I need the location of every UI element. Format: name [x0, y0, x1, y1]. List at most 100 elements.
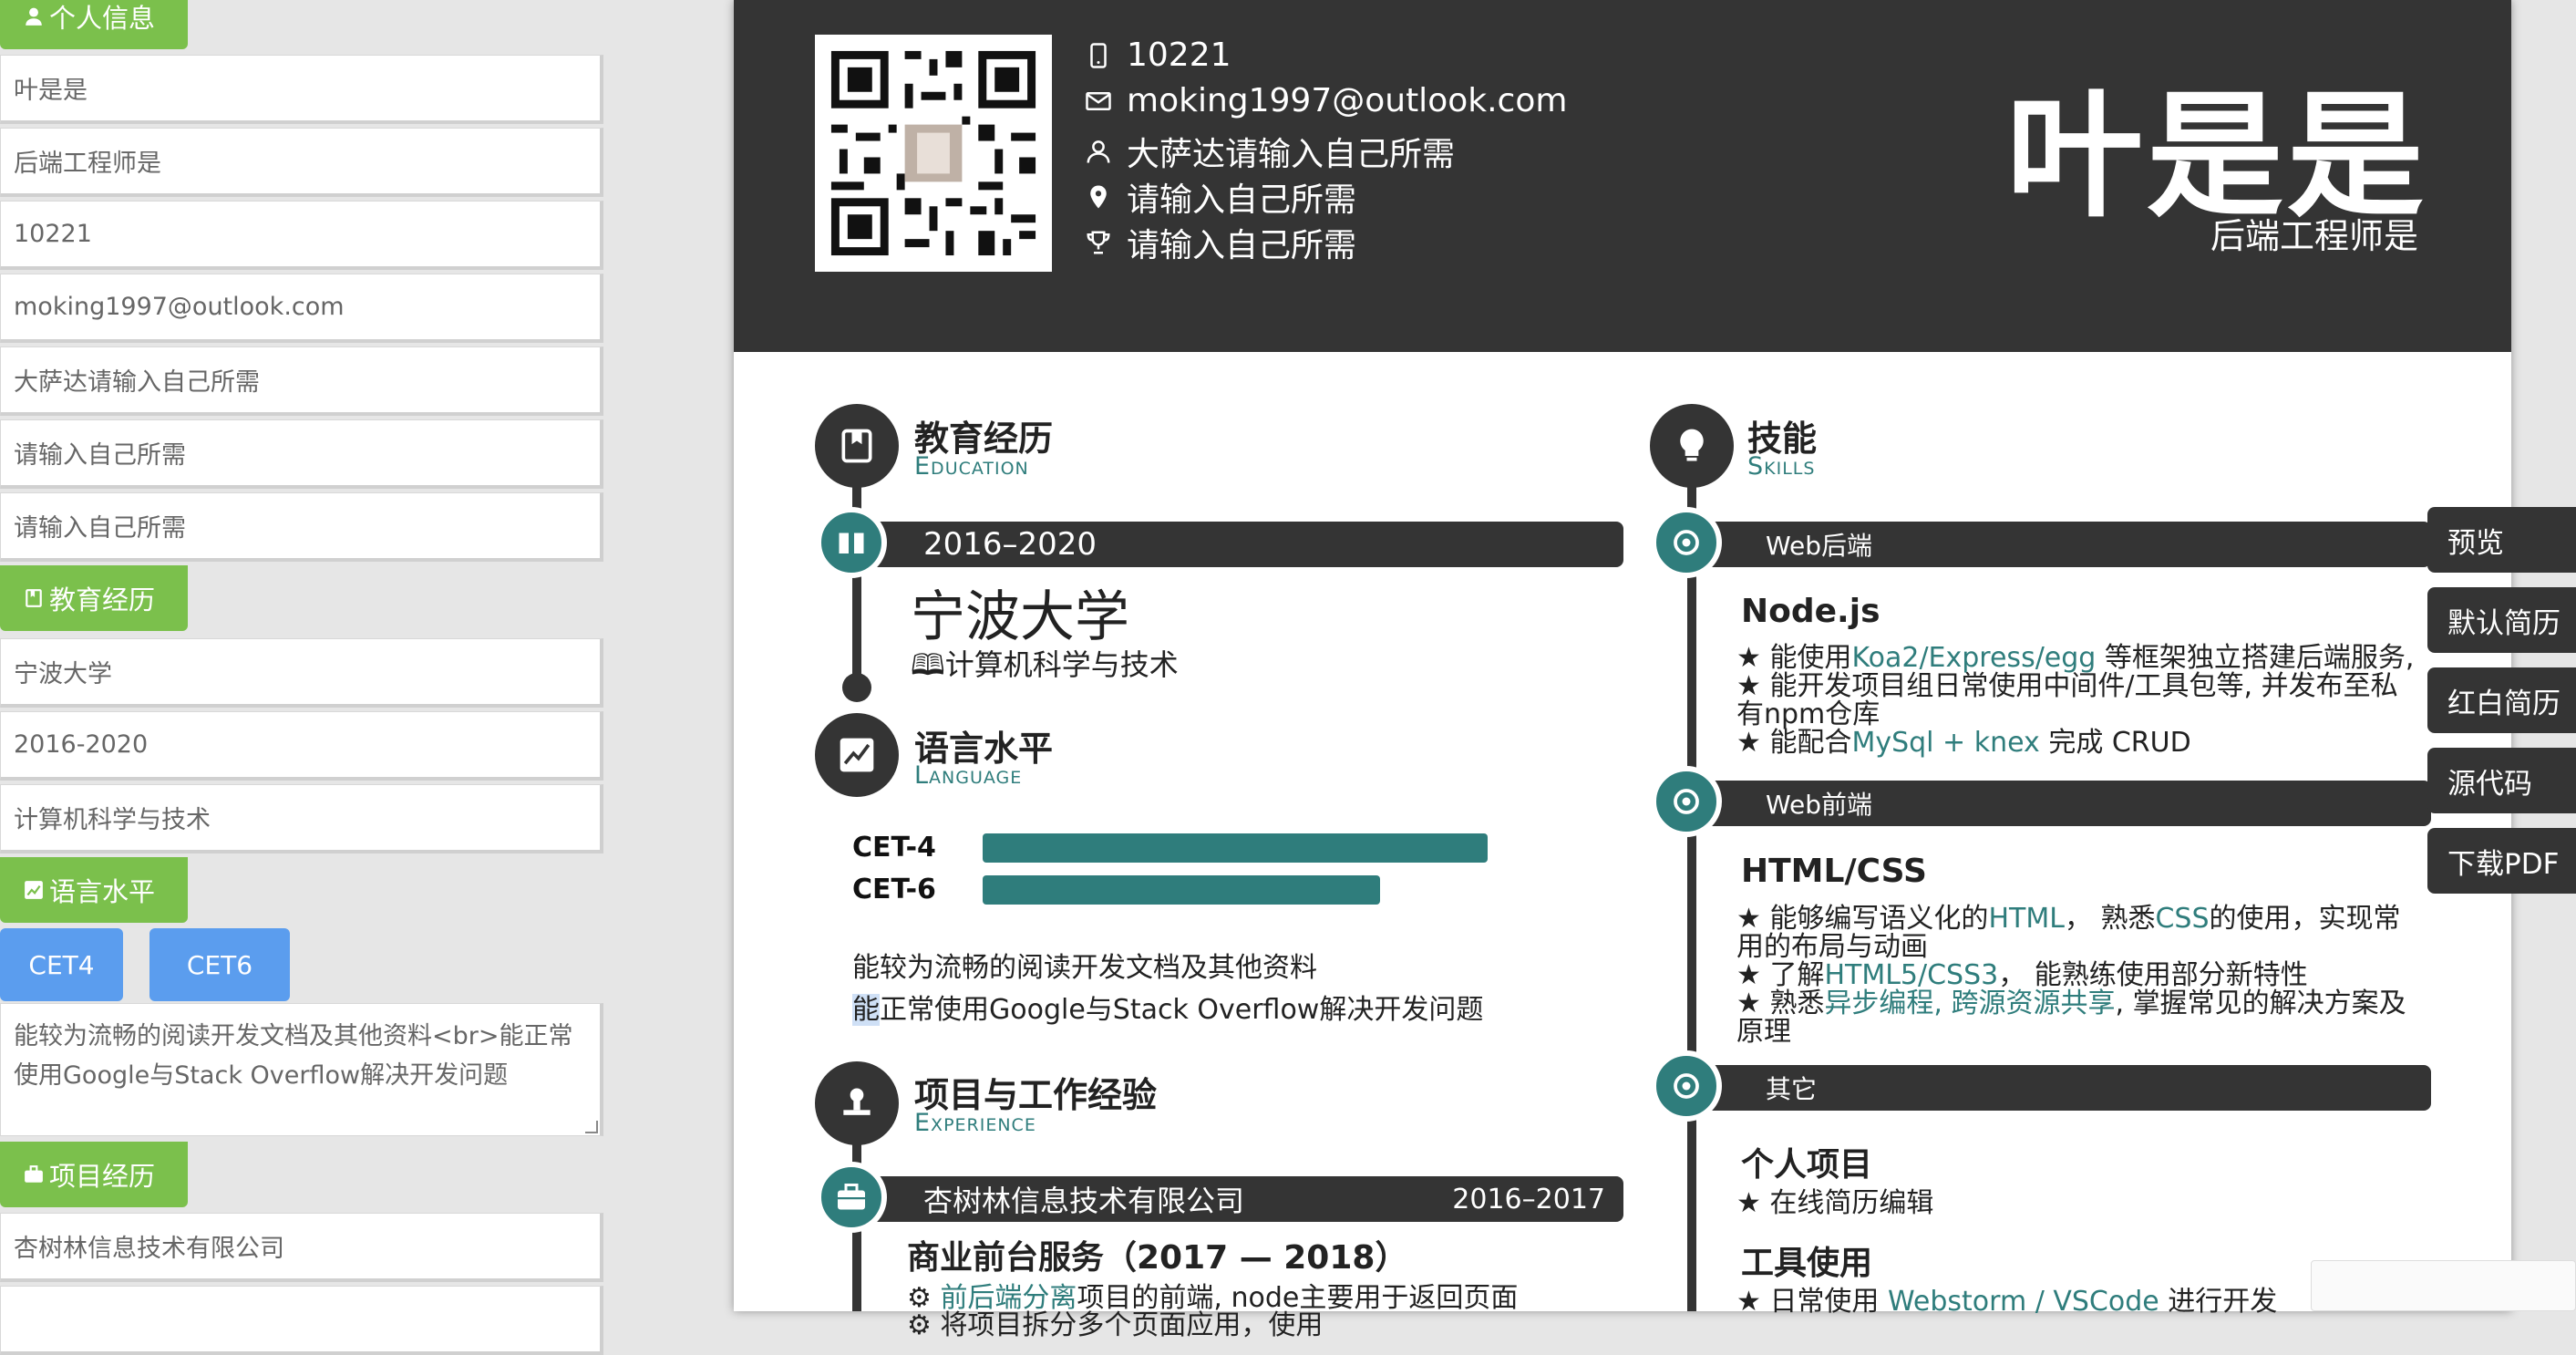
contact-email-text: moking1997@outlook.com [1127, 82, 1568, 119]
user-outline-icon [1087, 140, 1110, 163]
page-thumbnail[interactable] [2311, 1260, 2576, 1311]
so-l2a: 日常使用 [1769, 1286, 1888, 1318]
experience-subtitle: Experience [914, 1109, 1036, 1137]
skill-heading-tools: 工具使用 [1741, 1245, 1873, 1282]
chart-icon [840, 738, 874, 772]
education-bar: 2016–2020 [876, 522, 1623, 567]
education-subtitle: Education [914, 452, 1029, 481]
skill-heading-htmlcss: HTML/CSS [1741, 853, 1927, 890]
language-subtitle: Language [914, 761, 1023, 790]
contact-field-5[interactable]: 大萨达请输入自己所需 [0, 347, 603, 416]
sf-l3b: , 掌握常见的解决方案及 [2115, 988, 2406, 1019]
contact-5: 请输入自己所需 [1085, 219, 1356, 266]
skill-frontend-line-3: ★ 熟悉异步编程, 跨源资源共享, 掌握常见的解决方案及 [1736, 980, 2406, 1020]
education-end-dot [842, 673, 871, 702]
download-pdf-button[interactable]: 下载PDF [2427, 828, 2576, 894]
education-button[interactable]: 教育经历 [0, 565, 188, 631]
contact-email: moking1997@outlook.com [1085, 82, 1567, 119]
skill-bar-other-label: 其它 [1766, 1074, 1818, 1104]
skill-other-line-2: ★ 日常使用 Webstorm / VSCode 进行开发 [1736, 1278, 2277, 1319]
personal-info-button[interactable]: 个人信息 [0, 0, 188, 49]
contact-phone-text: 10221 [1127, 36, 1231, 74]
qr-code [815, 35, 1052, 272]
preview-button[interactable]: 预览 [2427, 507, 2576, 573]
skills-icon-circle [1650, 404, 1734, 488]
cet4-chip[interactable]: CET4 [0, 928, 123, 1001]
language-icon-circle [815, 713, 899, 797]
major-input[interactable]: 计算机科学与技术 [0, 784, 603, 853]
trophy-icon [1087, 231, 1110, 254]
chart-icon [25, 881, 43, 899]
default-resume-button[interactable]: 默认简历 [2427, 587, 2576, 653]
sf-l3-teal: 异步编程, 跨源资源共享 [1824, 988, 2116, 1019]
skill-bar-frontend-icon [1651, 766, 1722, 837]
book-icon [26, 589, 42, 607]
mail-icon [1086, 91, 1111, 110]
contact-field-7[interactable]: 请输入自己所需 [0, 492, 603, 562]
contact-4-text: 请输入自己所需 [1127, 181, 1357, 219]
experience-icon-circle [815, 1061, 899, 1145]
years-input[interactable]: 2016-2020 [0, 711, 603, 781]
contact-3-text: 大萨达请输入自己所需 [1127, 136, 1456, 173]
experience-bar: 杏树林信息技术有限公司 2016–2017 [876, 1176, 1623, 1222]
education-bar-icon [816, 507, 887, 578]
contact-field-6[interactable]: 请输入自己所需 [0, 419, 603, 489]
resume-header: 10221 moking1997@outlook.com 大萨达请输入自己所需 … [734, 0, 2511, 352]
language-button[interactable]: 语言水平 [0, 857, 188, 923]
company-years: 2016–2017 [1452, 1183, 1605, 1215]
contact-4: 请输入自己所需 [1085, 173, 1356, 221]
so-l2-teal: Webstorm / VSCode [1887, 1286, 2159, 1318]
contact-3: 大萨达请输入自己所需 [1085, 128, 1455, 175]
skill-heading-personal: 个人项目 [1741, 1146, 1873, 1184]
name-input[interactable]: 叶是是 [0, 55, 603, 124]
crosshair-icon [1674, 530, 1699, 555]
email-input[interactable]: moking1997@outlook.com [0, 274, 603, 343]
gear-icon-2: ⚙ [907, 1309, 941, 1341]
skill-backend-line-3: ★ 能配合MySql + knex 完成 CRUD [1736, 719, 2191, 760]
star-icon: ★ [1736, 727, 1770, 759]
language-textarea[interactable]: 能较为流畅的阅读开发文档及其他资料<br>能正常使用Google与Stack O… [0, 1003, 603, 1136]
lightbulb-icon [1680, 429, 1704, 461]
language-label: 语言水平 [49, 876, 156, 907]
title-input[interactable]: 后端工程师是 [0, 128, 603, 197]
project-label: 项目经历 [49, 1161, 156, 1192]
location-icon [1090, 185, 1107, 209]
company-input[interactable]: 杏树林信息技术有限公司 [0, 1213, 603, 1282]
company-next-input[interactable] [0, 1286, 603, 1355]
skill-bar-other-icon [1651, 1050, 1722, 1122]
skill-bar-backend-label: Web后端 [1766, 531, 1873, 561]
contact-5-text: 请输入自己所需 [1127, 227, 1357, 264]
cet6-chip[interactable]: CET6 [149, 928, 290, 1001]
personal-info-label: 个人信息 [49, 3, 156, 34]
experience-bar-icon [816, 1162, 887, 1233]
briefcase-icon [838, 1184, 865, 1210]
book-open-icon [839, 533, 864, 553]
education-years: 2016–2020 [923, 526, 1097, 563]
education-label: 教育经历 [49, 584, 156, 615]
skill-other-line-1: ★ 在线简历编辑 [1736, 1180, 1933, 1220]
level-bar-cet4 [983, 833, 1488, 863]
sf-l1c: 的使用，实现常 [2209, 903, 2401, 935]
crosshair-icon [1674, 789, 1699, 814]
phone-input[interactable]: 10221 [0, 201, 603, 270]
language-line-1: 能较为流畅的阅读开发文档及其他资料 [852, 952, 1317, 984]
resume-preview: 10221 moking1997@outlook.com 大萨达请输入自己所需 … [734, 0, 2511, 1341]
resume-title: 后端工程师是 [2210, 216, 2418, 256]
level-label-cet6: CET-6 [852, 874, 936, 905]
crosshair-icon [1674, 1073, 1699, 1099]
project-button[interactable]: 项目经历 [0, 1142, 188, 1207]
school-input[interactable]: 宁波大学 [0, 638, 603, 708]
resize-handle[interactable] [585, 1121, 598, 1133]
selected-text: 能 [852, 994, 880, 1026]
language-line-2-rest: 正常使用Google与Stack Overflow解决开发问题 [880, 994, 1484, 1026]
source-code-button[interactable]: 源代码 [2427, 748, 2576, 813]
star-icon: ★ [1736, 1286, 1770, 1318]
so-l1: 在线简历编辑 [1769, 1187, 1934, 1219]
skills-timeline [1687, 456, 1696, 1311]
red-white-resume-button[interactable]: 红白简历 [2427, 667, 2576, 733]
briefcase-icon [25, 1165, 43, 1183]
so-l2b: 进行开发 [2159, 1286, 2278, 1318]
sf-l1b: ， 熟悉 [2064, 903, 2156, 935]
sb-l3a: 能配合 [1769, 727, 1852, 759]
stamp-icon [843, 1088, 871, 1115]
